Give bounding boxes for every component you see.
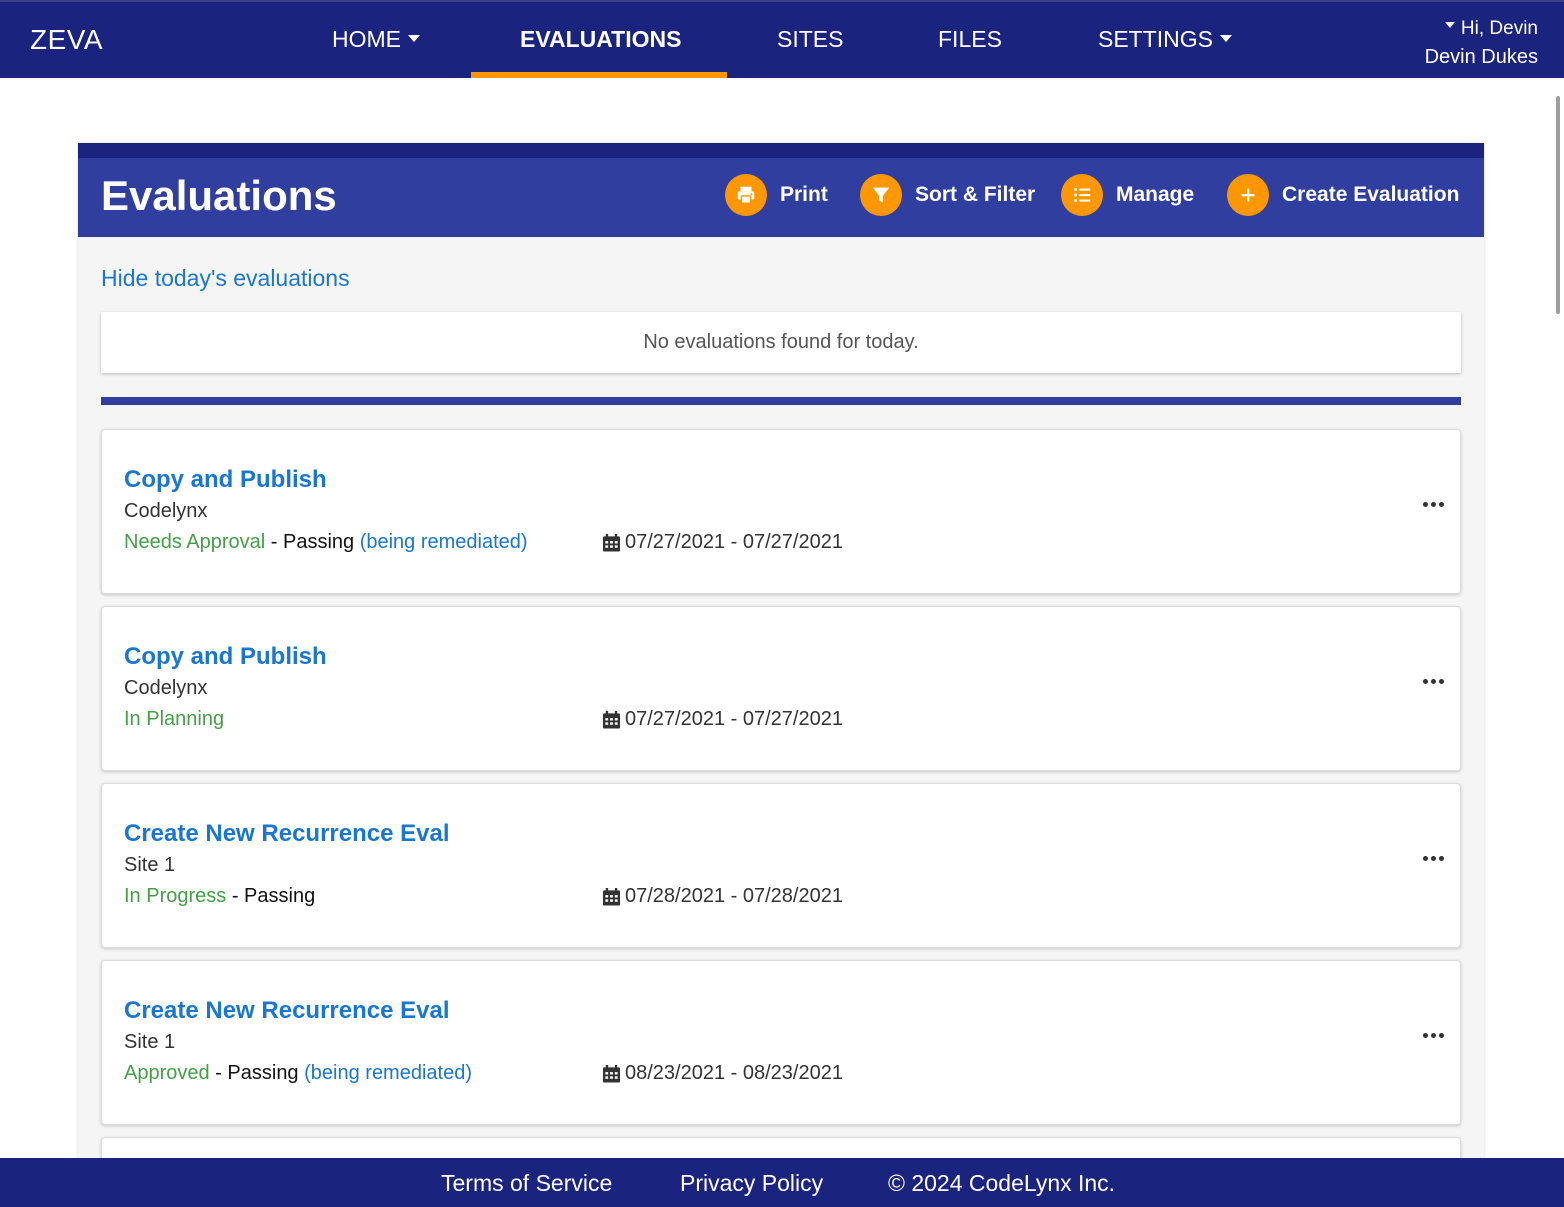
more-options-icon[interactable] [1423,856,1444,861]
manage-label: Manage [1116,183,1195,206]
plus-icon [1227,174,1269,216]
result-text: Passing [244,885,316,907]
top-navbar: ZEVA HOME EVALUATIONS SITES FILES SETTIN… [0,0,1564,78]
evaluation-dates: 08/23/2021 - 08/23/2021 [602,1062,843,1085]
evaluation-card[interactable]: Create New Recurrence Eval Site 1 In Pro… [101,783,1461,948]
list-icon [1061,174,1103,216]
status-text: Needs Approval [124,531,266,553]
more-options-icon[interactable] [1423,1033,1444,1038]
status-separator: - [209,1062,228,1084]
status-text: In Progress [124,885,227,907]
more-options-icon[interactable] [1423,502,1444,507]
evaluation-title-link[interactable]: Copy and Publish [124,643,327,671]
status-text: Approved [124,1062,210,1084]
panel-top-accent [78,143,1484,158]
print-icon [725,174,767,216]
more-options-icon[interactable] [1423,679,1444,684]
evaluation-site: Codelynx [124,500,208,522]
result-text: Passing [227,1062,299,1084]
evaluation-site: Codelynx [124,677,208,699]
filter-icon [860,174,902,216]
evaluation-status-line: In Progress - Passing [124,885,315,908]
print-label: Print [780,183,828,206]
empty-message: No evaluations found for today. [643,331,919,353]
sort-filter-label: Sort & Filter [915,183,1036,206]
user-greeting: Hi, Devin [1425,18,1538,40]
result-text: Passing [282,531,355,553]
print-button[interactable]: Print [725,174,828,216]
nav-evaluations-label: EVALUATIONS [520,26,682,52]
evaluation-dates: 07/27/2021 - 07/27/2021 [602,708,843,731]
nav-evaluations[interactable]: EVALUATIONS [520,26,681,53]
evaluation-title-link[interactable]: Create New Recurrence Eval [124,997,450,1025]
evaluation-card[interactable]: Copy and Publish Codelynx Needs Approval… [101,429,1461,594]
chevron-down-icon [1444,21,1455,28]
page-title: Evaluations [101,172,337,219]
brand-logo[interactable]: ZEVA [30,24,103,56]
evaluation-dates: 07/28/2021 - 07/28/2021 [602,885,843,908]
manage-button[interactable]: Manage [1061,174,1195,216]
nav-files[interactable]: FILES [938,26,1002,53]
chevron-down-icon [408,35,420,43]
date-range: 07/27/2021 - 07/27/2021 [625,708,843,730]
terms-link[interactable]: Terms of Service [441,1170,612,1197]
calendar-icon [602,533,621,552]
calendar-icon [602,887,621,906]
nav-files-label: FILES [938,26,1002,52]
nav-settings-label: SETTINGS [1098,26,1214,52]
panel-header: Evaluations Print Sort & Filter Manage C… [78,158,1484,237]
nav-sites[interactable]: SITES [777,26,843,53]
status-separator: - [265,531,283,553]
evaluation-card[interactable]: Create New Recurrence Eval Site 1 Approv… [101,960,1461,1125]
nav-home-label: HOME [332,26,401,52]
privacy-link[interactable]: Privacy Policy [680,1170,823,1197]
status-text: In Planning [124,708,225,730]
evaluations-panel: Evaluations Print Sort & Filter Manage C… [78,143,1484,1177]
hide-today-link[interactable]: Hide today's evaluations [101,265,350,292]
evaluation-title-link[interactable]: Copy and Publish [124,466,327,494]
section-divider [101,397,1461,405]
today-evaluations-box: No evaluations found for today. [101,312,1461,373]
evaluation-status-line: Approved - Passing (being remediated) [124,1062,472,1085]
evaluation-status-line: Needs Approval - Passing (being remediat… [124,531,528,554]
evaluation-card[interactable]: Copy and Publish Codelynx In Planning 07… [101,606,1461,771]
evaluation-dates: 07/27/2021 - 07/27/2021 [602,531,843,554]
footer: Terms of Service Privacy Policy © 2024 C… [0,1158,1564,1207]
date-range: 07/27/2021 - 07/27/2021 [625,531,843,553]
user-name: Devin Dukes [1424,46,1538,68]
status-separator: - [226,885,245,907]
date-range: 07/28/2021 - 07/28/2021 [625,885,843,907]
evaluation-status-line: In Planning [124,708,224,731]
nav-home[interactable]: HOME [332,26,420,53]
greeting-text: Hi, Devin [1460,18,1538,39]
chevron-down-icon [1220,35,1233,43]
evaluation-title-link[interactable]: Create New Recurrence Eval [124,820,450,848]
remediation-text: (being remediated) [304,1062,472,1084]
evaluation-site: Site 1 [124,854,176,876]
remediation-text: (being remediated) [359,531,528,553]
sort-filter-button[interactable]: Sort & Filter [860,174,1036,216]
create-evaluation-button[interactable]: Create Evaluation [1227,174,1460,216]
nav-sites-label: SITES [777,26,844,52]
page-scrollbar[interactable] [1556,96,1560,314]
user-menu[interactable]: Hi, Devin Devin Dukes [1425,18,1538,69]
calendar-icon [602,710,621,729]
nav-settings[interactable]: SETTINGS [1098,26,1233,53]
active-tab-indicator [471,72,727,78]
date-range: 08/23/2021 - 08/23/2021 [625,1062,843,1084]
calendar-icon [602,1064,621,1083]
evaluation-site: Site 1 [124,1031,176,1053]
copyright-text: © 2024 CodeLynx Inc. [888,1170,1116,1196]
create-evaluation-label: Create Evaluation [1282,183,1460,206]
